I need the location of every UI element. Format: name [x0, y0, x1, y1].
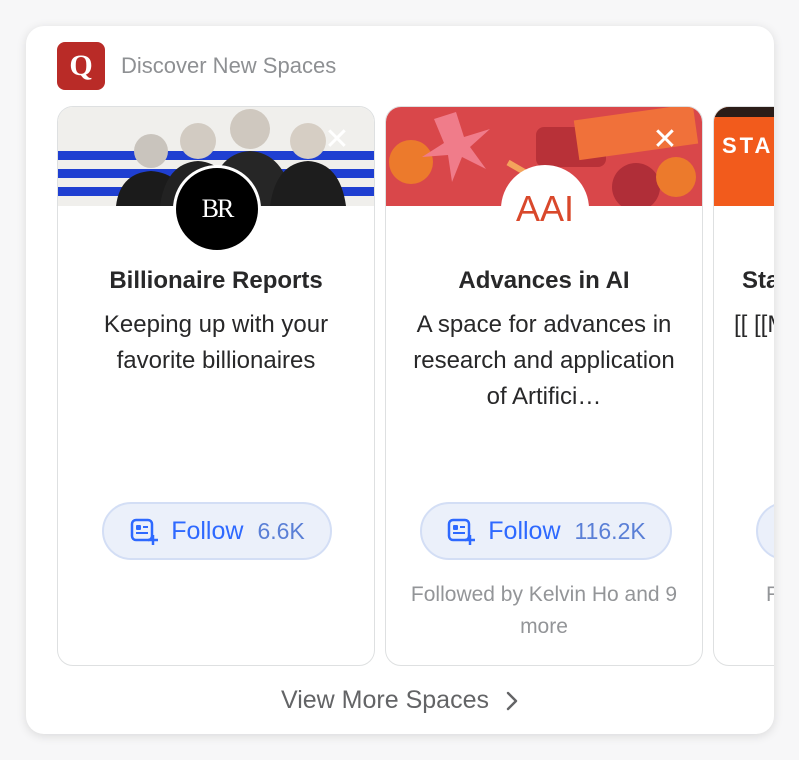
follow-label: Follow — [488, 516, 561, 545]
view-more-spaces-link[interactable]: View More Spaces — [26, 686, 774, 715]
space-description: [[ [[M — [734, 311, 774, 338]
spaces-carousel[interactable]: ✕ BR Billionaire Reports Keeping up with… — [57, 106, 774, 666]
space-card-billionaire-reports[interactable]: ✕ BR Billionaire Reports Keeping up with… — [57, 106, 375, 666]
panel-title: Discover New Spaces — [121, 53, 337, 78]
follow-button[interactable] — [756, 502, 774, 560]
space-title[interactable]: Billionaire Reports — [68, 267, 364, 295]
space-card-partial[interactable]: STA Sta [[ [[M F — [713, 106, 774, 666]
follow-button[interactable]: Follow 6.6K — [102, 502, 332, 560]
follower-count: 116.2K — [574, 517, 646, 544]
space-banner-image: STA — [714, 107, 774, 206]
space-description: Keeping up with your favorite billionair… — [103, 311, 329, 374]
space-title[interactable]: Advances in AI — [396, 267, 692, 295]
follow-label: Follow — [171, 516, 244, 545]
follower-count: 6.6K — [257, 517, 305, 544]
add-space-icon — [448, 518, 476, 545]
close-icon[interactable]: ✕ — [324, 125, 350, 155]
space-title[interactable]: Sta — [742, 267, 774, 295]
space-card-advances-in-ai[interactable]: ✕ AAI Advances in AI A space for advance… — [385, 106, 703, 666]
banner-text: STA — [722, 133, 774, 158]
follow-button[interactable]: Follow 116.2K — [420, 502, 672, 560]
space-avatar: AAI — [501, 165, 589, 253]
panel-header: Q Discover New Spaces — [57, 42, 336, 90]
followed-by-text: F — [766, 579, 774, 611]
space-description: A space for advances in research and app… — [413, 311, 675, 410]
close-icon[interactable]: ✕ — [652, 125, 678, 155]
add-space-icon — [130, 518, 159, 545]
quora-logo: Q — [57, 42, 105, 90]
discover-spaces-panel: Q Discover New Spaces ✕ BR Billionaire R… — [26, 26, 774, 734]
space-avatar: BR — [173, 165, 261, 253]
view-more-label: View More Spaces — [281, 686, 489, 714]
chevron-right-icon — [506, 691, 518, 710]
followed-by-text: Followed by Kelvin Ho and 9 more — [410, 583, 678, 638]
